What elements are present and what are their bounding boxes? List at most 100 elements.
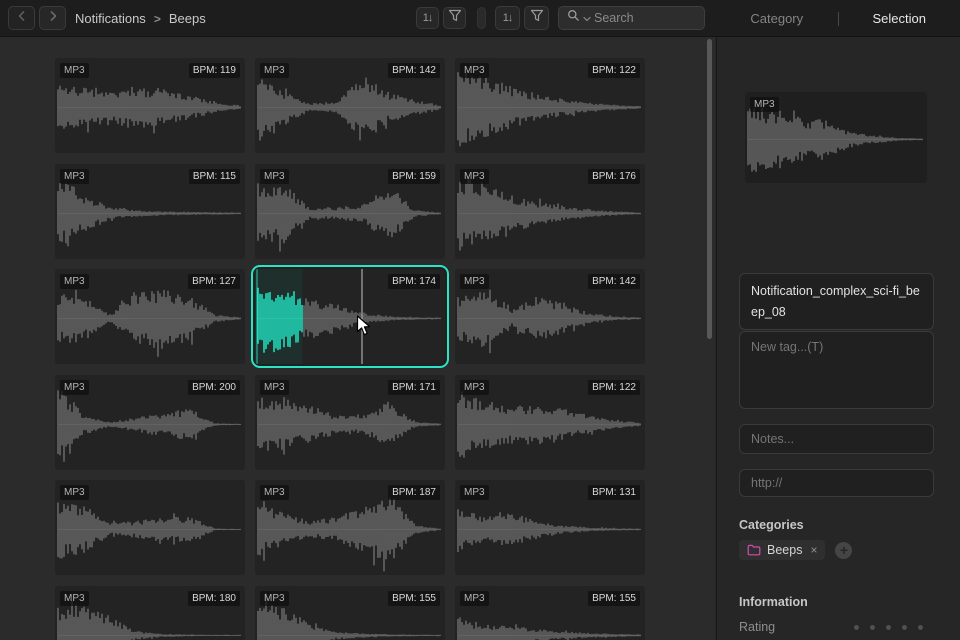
rating-row: Rating bbox=[739, 620, 923, 634]
chip-remove-button[interactable]: × bbox=[810, 543, 817, 557]
rating-dot[interactable] bbox=[886, 624, 891, 630]
sample-tile[interactable]: MP3 BPM: 122 bbox=[455, 58, 645, 153]
sample-tile[interactable]: MP3 BPM: 180 bbox=[55, 585, 245, 640]
bpm-badge: BPM: 127 bbox=[188, 274, 240, 289]
search-box[interactable] bbox=[558, 6, 705, 30]
chevron-left-icon bbox=[16, 9, 28, 27]
sample-tile[interactable]: MP3 BPM: 115 bbox=[55, 163, 245, 259]
search-icon bbox=[567, 9, 580, 27]
format-badge: MP3 bbox=[60, 590, 89, 606]
sort-icon: 1↓ bbox=[502, 12, 514, 24]
tab-selection[interactable]: Selection bbox=[839, 11, 960, 26]
plus-icon: + bbox=[839, 542, 849, 558]
url-input[interactable] bbox=[739, 469, 934, 497]
bpm-badge: BPM: 171 bbox=[388, 379, 440, 395]
chip-label: Beeps bbox=[767, 543, 803, 557]
panel-tabs: Category Selection bbox=[716, 0, 960, 37]
format-badge: MP3 bbox=[460, 168, 489, 184]
filename-field[interactable]: Notification_complex_sci-fi_beep_08 bbox=[739, 273, 934, 331]
breadcrumb-item-beeps[interactable]: Beeps bbox=[169, 11, 206, 26]
funnel-icon bbox=[448, 9, 462, 27]
filter-button[interactable] bbox=[524, 6, 549, 30]
bpm-badge: BPM: 115 bbox=[188, 168, 240, 184]
format-badge: MP3 bbox=[260, 590, 289, 606]
bpm-badge: BPM: 176 bbox=[588, 168, 640, 184]
sample-tile[interactable]: MP3 BPM: 155 bbox=[255, 585, 445, 640]
bpm-badge: BPM: 122 bbox=[588, 63, 640, 78]
breadcrumb-item-notifications[interactable]: Notifications bbox=[75, 11, 146, 26]
bpm-badge: BPM: 200 bbox=[188, 379, 240, 395]
add-category-button[interactable]: + bbox=[835, 541, 853, 559]
format-badge: MP3 bbox=[460, 63, 489, 78]
sort-button[interactable]: 1↓ bbox=[495, 6, 520, 30]
format-badge: MP3 bbox=[60, 63, 89, 78]
sample-tile[interactable]: BPM: 174 bbox=[255, 269, 445, 364]
preview-tile: MP3 bbox=[745, 92, 927, 183]
funnel-icon bbox=[530, 9, 544, 27]
format-badge: MP3 bbox=[260, 485, 289, 500]
sample-tile[interactable]: MP3 BPM: 142 bbox=[255, 58, 445, 153]
sample-tile[interactable]: MP3 BPM: 142 bbox=[455, 269, 645, 364]
bpm-badge: BPM: 142 bbox=[588, 274, 640, 289]
scrollbar-thumb[interactable] bbox=[707, 39, 712, 339]
rating-dot[interactable] bbox=[854, 624, 859, 630]
format-badge: MP3 bbox=[60, 274, 89, 289]
sample-tile[interactable]: MP3 BPM: 176 bbox=[455, 163, 645, 259]
format-badge: MP3 bbox=[260, 168, 289, 184]
bpm-badge: BPM: 159 bbox=[388, 168, 440, 184]
format-badge: MP3 bbox=[260, 379, 289, 395]
bpm-badge: BPM: 155 bbox=[388, 590, 440, 606]
chevron-right-icon bbox=[47, 9, 59, 27]
rating-label: Rating bbox=[739, 620, 776, 634]
sample-tile[interactable]: MP3 BPM: 127 bbox=[55, 269, 245, 364]
format-badge: MP3 bbox=[460, 590, 489, 606]
search-input[interactable] bbox=[594, 11, 696, 25]
sample-tile[interactable]: MP3 BPM: 119 bbox=[55, 58, 245, 153]
bpm-badge: BPM: 174 bbox=[388, 274, 440, 289]
format-badge: MP3 bbox=[60, 168, 89, 184]
inspector-panel: MP3 Notification_complex_sci-fi_beep_08 … bbox=[716, 37, 960, 640]
browser-area: MP3 BPM: 119 MP3 BPM: 142 MP3 BPM: 122 MP3 B… bbox=[0, 37, 715, 640]
toolbar-splitter[interactable] bbox=[477, 7, 486, 29]
sample-tile[interactable]: MP3 BPM: 122 bbox=[455, 374, 645, 470]
sort-icon: 1↓ bbox=[422, 12, 434, 24]
categories-label: Categories bbox=[739, 518, 804, 532]
bpm-badge: BPM: 142 bbox=[388, 63, 440, 78]
sample-tile[interactable]: MP3 bbox=[55, 480, 245, 575]
category-chip[interactable]: Beeps × bbox=[739, 540, 826, 560]
information-label: Information bbox=[739, 595, 808, 609]
format-badge: MP3 bbox=[460, 379, 489, 395]
format-badge: MP3 bbox=[60, 485, 89, 500]
bpm-badge: BPM: 131 bbox=[588, 485, 640, 500]
category-chip-row: Beeps × + bbox=[739, 540, 853, 560]
breadcrumb-separator-icon: > bbox=[153, 11, 161, 26]
sort-button-left[interactable]: 1↓ bbox=[416, 7, 439, 29]
sample-tile[interactable]: MP3 BPM: 155 bbox=[455, 585, 645, 640]
back-button[interactable] bbox=[8, 6, 35, 30]
format-badge: MP3 bbox=[460, 274, 489, 289]
notes-input[interactable] bbox=[739, 424, 934, 454]
sample-tile[interactable]: MP3 BPM: 131 bbox=[455, 480, 645, 575]
rating-dot[interactable] bbox=[902, 624, 907, 630]
sample-tile[interactable]: MP3 BPM: 200 bbox=[55, 374, 245, 470]
format-badge: MP3 bbox=[260, 63, 289, 78]
sample-grid: MP3 BPM: 119 MP3 BPM: 142 MP3 BPM: 122 MP3 B… bbox=[55, 58, 645, 640]
sample-tile[interactable]: MP3 BPM: 159 bbox=[255, 163, 445, 259]
format-badge: MP3 bbox=[60, 379, 89, 395]
filter-button-left[interactable] bbox=[443, 7, 466, 29]
new-tag-input[interactable] bbox=[739, 331, 934, 409]
format-badge: MP3 bbox=[750, 97, 779, 112]
rating-dot[interactable] bbox=[918, 624, 923, 630]
rating-dots bbox=[854, 624, 923, 630]
bpm-badge: BPM: 187 bbox=[388, 485, 440, 500]
sample-tile[interactable]: MP3 BPM: 187 bbox=[255, 480, 445, 575]
tab-category[interactable]: Category bbox=[716, 11, 838, 26]
bpm-badge: BPM: 180 bbox=[188, 590, 240, 606]
search-options-chevron-down-icon[interactable] bbox=[583, 9, 591, 27]
bpm-badge: BPM: 119 bbox=[188, 63, 240, 78]
format-badge: MP3 bbox=[460, 485, 489, 500]
rating-dot[interactable] bbox=[870, 624, 875, 630]
bpm-badge: BPM: 122 bbox=[588, 379, 640, 395]
sample-tile[interactable]: MP3 BPM: 171 bbox=[255, 374, 445, 470]
forward-button[interactable] bbox=[39, 6, 66, 30]
